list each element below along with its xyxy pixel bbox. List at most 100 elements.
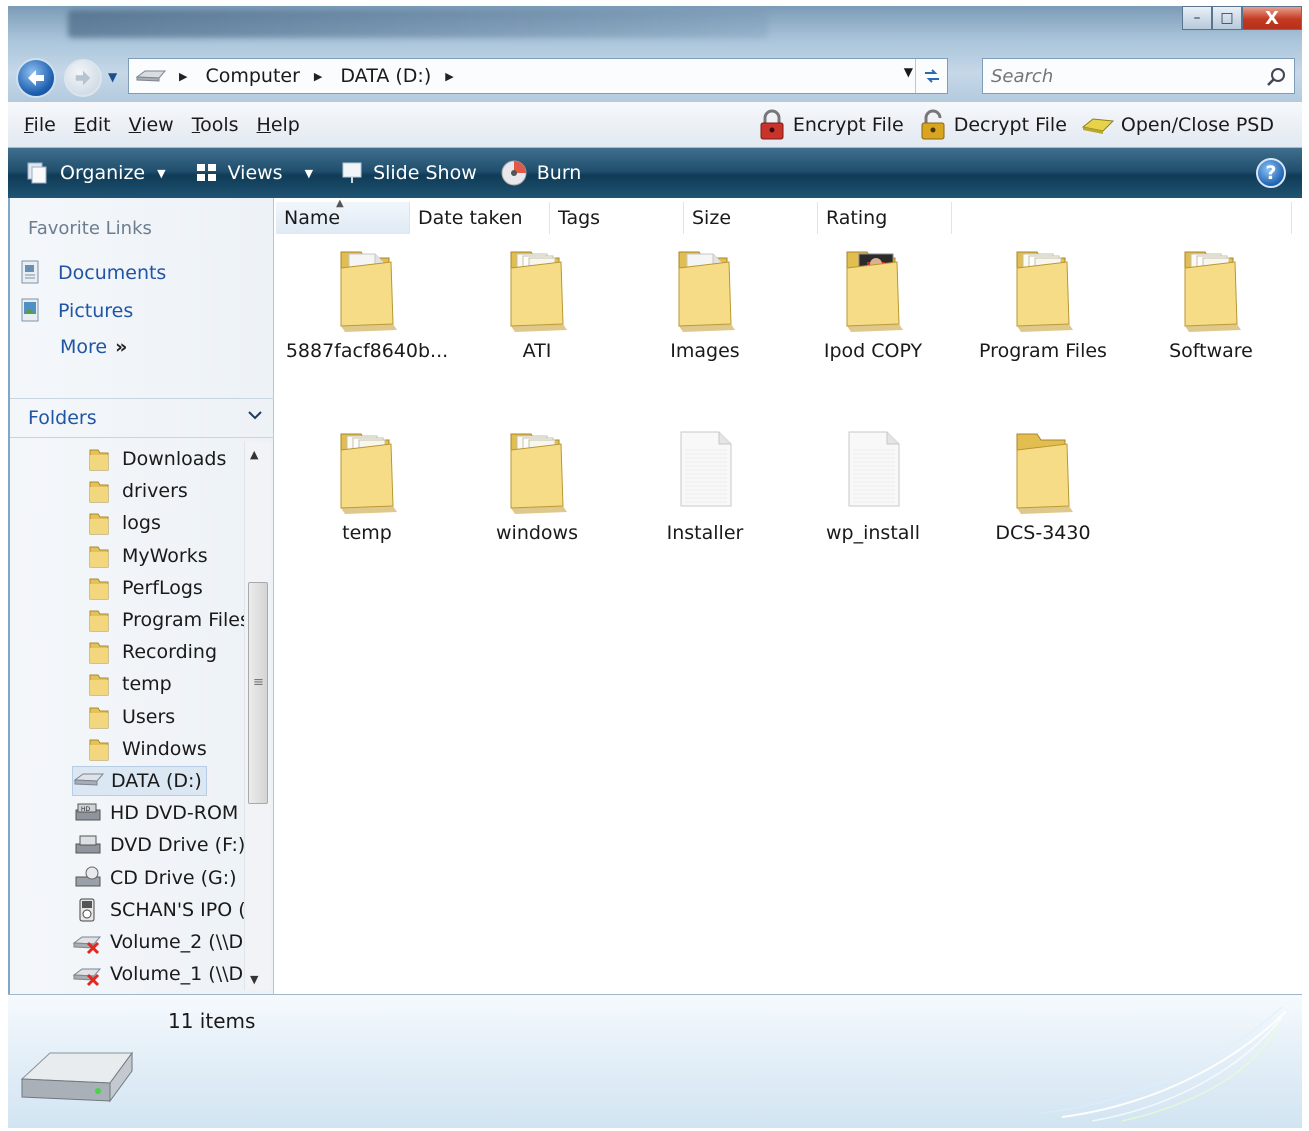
- scrollbar-thumb[interactable]: [248, 582, 268, 804]
- tree-folder-drivers[interactable]: drivers: [88, 476, 188, 506]
- menu-view[interactable]: View: [129, 114, 174, 136]
- column-header-rating[interactable]: Rating: [818, 202, 952, 234]
- file-icon: [680, 431, 732, 507]
- views-caret-icon: ▼: [304, 166, 314, 180]
- scroll-up-arrow-icon[interactable]: ▲: [250, 448, 258, 461]
- folder-item[interactable]: windows: [452, 426, 622, 544]
- tree-drive-label: Volume_2 (\\D: [110, 931, 244, 953]
- folder-icon: [89, 610, 109, 632]
- encrypt-file-button[interactable]: Encrypt File: [757, 109, 904, 141]
- column-name-label: Name: [284, 207, 341, 229]
- tree-drive-label: DVD Drive (F:): [110, 834, 244, 857]
- folder-item[interactable]: DCS-3430: [958, 426, 1128, 544]
- menu-bar: File Edit View Tools Help Encrypt File D…: [8, 102, 1302, 148]
- column-headers: ▲ Name Date taken Tags Size Rating: [276, 198, 1292, 234]
- folder-item[interactable]: temp: [282, 426, 452, 544]
- menu-extras: Encrypt File Decrypt File Open/Close PSD: [743, 102, 1274, 148]
- decrypt-file-label: Decrypt File: [953, 114, 1067, 136]
- tree-drive-item[interactable]: Volume_1 (\\D: [72, 959, 243, 989]
- breadcrumb-computer[interactable]: Computer ▶: [205, 65, 332, 87]
- chevron-down-icon[interactable]: [248, 408, 262, 424]
- search-input[interactable]: [991, 65, 1251, 87]
- tree-drive-label: SCHAN'S IPO (: [110, 898, 244, 921]
- column-tags-label: Tags: [558, 207, 601, 229]
- recent-pages-dropdown[interactable]: ▼: [108, 70, 117, 84]
- back-button[interactable]: [16, 58, 56, 98]
- folder-item[interactable]: Software: [1126, 244, 1296, 362]
- tree-folder-label: Windows: [122, 737, 207, 760]
- column-header-name[interactable]: ▲ Name: [276, 198, 410, 234]
- tree-folder-downloads[interactable]: Downloads: [88, 444, 226, 474]
- tree-drive-item[interactable]: HD HD DVD-ROM: [72, 798, 238, 828]
- item-label: Ipod COPY: [823, 340, 923, 362]
- tree-folder-myworks[interactable]: MyWorks: [88, 541, 208, 571]
- item-label: temp: [342, 522, 392, 544]
- file-item[interactable]: Installer: [620, 426, 790, 544]
- close-button[interactable]: X: [1242, 6, 1302, 30]
- favorite-more-link[interactable]: More »: [60, 336, 127, 358]
- scroll-down-arrow-icon[interactable]: ▼: [250, 973, 258, 986]
- folder-icon: [1016, 251, 1073, 332]
- burn-button[interactable]: Burn: [501, 160, 581, 186]
- tree-folder-users[interactable]: Users: [88, 702, 175, 732]
- breadcrumb-data-drive[interactable]: DATA (D:) ▶: [340, 65, 463, 87]
- folder-tree-scrollbar[interactable]: ▲ ▼: [244, 442, 270, 990]
- folder-icon: [89, 674, 109, 696]
- menu-tools[interactable]: Tools: [192, 114, 239, 136]
- documents-icon: [21, 260, 39, 284]
- favorite-pictures[interactable]: Pictures: [20, 298, 133, 324]
- minimize-button[interactable]: –: [1182, 6, 1212, 30]
- navigation-pane: Favorite Links Documents Pictures More» …: [10, 198, 274, 994]
- open-close-psd-button[interactable]: Open/Close PSD: [1081, 113, 1274, 137]
- search-icon[interactable]: [1266, 67, 1286, 87]
- address-bar[interactable]: ▶ Computer ▶ DATA (D:) ▶ ▼: [128, 58, 948, 94]
- tree-folder-label: Recording: [122, 641, 218, 664]
- tree-drive-item[interactable]: CD Drive (G:): [72, 863, 237, 893]
- menu-edit[interactable]: Edit: [74, 114, 111, 136]
- disc-icon: [501, 160, 527, 186]
- views-button[interactable]: Views ▼: [196, 162, 313, 184]
- pictures-icon: [21, 298, 39, 322]
- tree-folder-program-files[interactable]: Program Files: [88, 605, 244, 635]
- slide-show-button[interactable]: Slide Show: [341, 161, 477, 185]
- menu-file[interactable]: File: [24, 114, 56, 136]
- column-header-tags[interactable]: Tags: [550, 202, 684, 234]
- menu-help[interactable]: Help: [257, 114, 300, 136]
- refresh-button[interactable]: [915, 59, 947, 93]
- tree-folder-recording[interactable]: Recording: [88, 637, 217, 667]
- maximize-button[interactable]: □: [1212, 6, 1242, 30]
- tree-drive-label: HD DVD-ROM: [110, 802, 239, 825]
- search-box[interactable]: [982, 58, 1295, 94]
- tree-folder-logs[interactable]: logs: [88, 508, 161, 538]
- tree-drive-item[interactable]: Volume_2 (\\D: [72, 927, 243, 957]
- organize-button[interactable]: Organize ▼: [26, 161, 166, 185]
- tree-folder-temp[interactable]: temp: [88, 669, 172, 699]
- breadcrumb-root-arrow[interactable]: ▶: [175, 70, 197, 83]
- tree-drive-label: DATA (D:): [111, 770, 202, 792]
- column-header-date-taken[interactable]: Date taken: [410, 202, 550, 234]
- folder-item[interactable]: Images: [620, 244, 790, 362]
- folders-header[interactable]: Folders: [10, 398, 274, 438]
- tree-folder-perflogs[interactable]: PerfLogs: [88, 573, 203, 603]
- favorite-documents[interactable]: Documents: [20, 260, 166, 286]
- decrypt-file-button[interactable]: Decrypt File: [918, 109, 1067, 141]
- tree-drive-label: Volume_1 (\\D: [110, 963, 244, 986]
- folder-item[interactable]: Program Files: [958, 244, 1128, 362]
- folder-item[interactable]: ATI: [452, 244, 622, 362]
- lock-gold-icon: [921, 109, 945, 140]
- folder-item[interactable]: 5887facf8640b...: [282, 244, 452, 362]
- tree-drive-item[interactable]: DVD Drive (F:): [72, 830, 244, 860]
- folder-item[interactable]: Ipod COPY: [788, 244, 958, 362]
- network-drive-disconnected-icon: [72, 936, 102, 955]
- file-item[interactable]: wp_install: [788, 426, 958, 544]
- tree-drive-item[interactable]: DATA (D:): [72, 766, 207, 796]
- forward-button[interactable]: [64, 59, 102, 97]
- tree-folder-windows[interactable]: Windows: [88, 734, 207, 764]
- tree-drive-item[interactable]: SCHAN'S IPO (: [72, 895, 244, 925]
- item-count: 11 items: [168, 1009, 256, 1033]
- address-dropdown[interactable]: ▼: [904, 65, 913, 79]
- svg-text:HD: HD: [81, 806, 91, 813]
- column-header-size[interactable]: Size: [684, 202, 818, 234]
- folder-icon: [89, 707, 109, 729]
- help-button[interactable]: ?: [1256, 158, 1286, 188]
